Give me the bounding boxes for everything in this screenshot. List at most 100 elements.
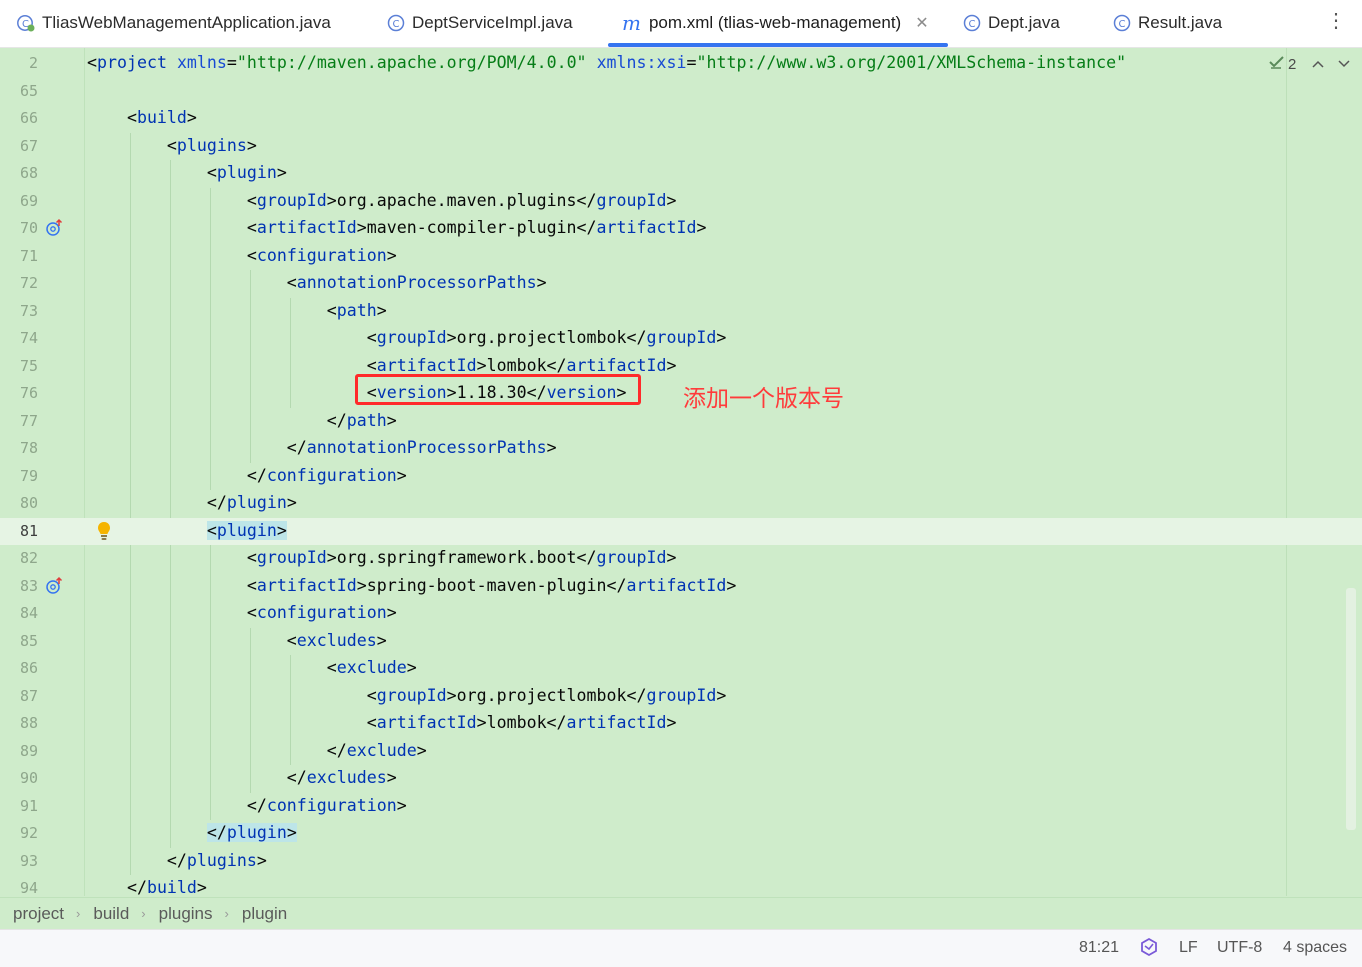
line-number[interactable]: 75: [0, 357, 38, 375]
line-number[interactable]: 82: [0, 549, 38, 567]
code-line[interactable]: 85 <excludes>: [0, 628, 1362, 656]
tab-result[interactable]: C Result.java: [1112, 0, 1222, 46]
class-icon: C: [1112, 13, 1132, 33]
svg-text:C: C: [393, 19, 400, 30]
code-line[interactable]: 66 <build>: [0, 105, 1362, 133]
line-number[interactable]: 69: [0, 192, 38, 210]
overrides-navigation-icon[interactable]: [44, 576, 64, 596]
tab-label: TliasWebManagementApplication.java: [42, 13, 331, 32]
line-number[interactable]: 70: [0, 219, 38, 237]
line-number[interactable]: 87: [0, 687, 38, 705]
line-number[interactable]: 89: [0, 742, 38, 760]
code-line[interactable]: 75 <artifactId>lombok</artifactId>: [0, 353, 1362, 381]
code-line[interactable]: 73 <path>: [0, 298, 1362, 326]
code-text: </annotationProcessorPaths>: [87, 438, 557, 457]
tab-tliaswebmanagementapplication[interactable]: C TliasWebManagementApplication.java: [16, 0, 331, 46]
line-number[interactable]: 65: [0, 82, 38, 100]
code-line[interactable]: 78 </annotationProcessorPaths>: [0, 435, 1362, 463]
line-number[interactable]: 78: [0, 439, 38, 457]
line-number[interactable]: 93: [0, 852, 38, 870]
code-line[interactable]: 88 <artifactId>lombok</artifactId>: [0, 710, 1362, 738]
vertical-scrollbar[interactable]: [1346, 588, 1356, 830]
code-text: <build>: [87, 108, 197, 127]
breadcrumb-build[interactable]: build: [80, 904, 129, 924]
code-line[interactable]: 71 <configuration>: [0, 243, 1362, 271]
inspection-count: 2: [1288, 55, 1297, 73]
code-line[interactable]: 69 <groupId>org.apache.maven.plugins</gr…: [0, 188, 1362, 216]
line-number[interactable]: 67: [0, 137, 38, 155]
code-line[interactable]: 90 </excludes>: [0, 765, 1362, 793]
chevron-down-icon[interactable]: [1338, 56, 1350, 73]
code-line[interactable]: 77 </path>: [0, 408, 1362, 436]
line-number[interactable]: 76: [0, 384, 38, 402]
line-number[interactable]: 88: [0, 714, 38, 732]
code-line[interactable]: 86 <exclude>: [0, 655, 1362, 683]
tab-deptserviceimpl[interactable]: C DeptServiceImpl.java: [386, 0, 573, 46]
line-number[interactable]: 2: [0, 54, 38, 72]
code-text: <plugins>: [87, 135, 257, 155]
line-number[interactable]: 73: [0, 302, 38, 320]
code-text: </path>: [87, 410, 397, 430]
code-line[interactable]: 76 <version>1.18.30</version>: [0, 380, 1362, 408]
file-encoding[interactable]: UTF-8: [1217, 939, 1262, 957]
line-number[interactable]: 91: [0, 797, 38, 815]
line-ending[interactable]: LF: [1179, 939, 1198, 957]
line-number[interactable]: 79: [0, 467, 38, 485]
code-line[interactable]: 80 </plugin>: [0, 490, 1362, 518]
indent-setting[interactable]: 4 spaces: [1283, 939, 1347, 957]
line-number[interactable]: 80: [0, 494, 38, 512]
caret-position[interactable]: 81:21: [1079, 939, 1119, 957]
line-number[interactable]: 66: [0, 109, 38, 127]
code-text: <groupId>org.apache.maven.plugins</group…: [87, 190, 677, 210]
line-number[interactable]: 84: [0, 604, 38, 622]
line-number[interactable]: 72: [0, 274, 38, 292]
line-number[interactable]: 81: [0, 522, 38, 540]
ai-assistant-icon[interactable]: [1139, 937, 1159, 962]
code-line[interactable]: 68 <plugin>: [0, 160, 1362, 188]
overrides-navigation-icon[interactable]: [44, 218, 64, 238]
code-line[interactable]: 74 <groupId>org.projectlombok</groupId>: [0, 325, 1362, 353]
code-line[interactable]: 92 </plugin>: [0, 820, 1362, 848]
line-number[interactable]: 92: [0, 824, 38, 842]
code-text: <plugin>: [206, 520, 287, 540]
breadcrumb-project[interactable]: project: [0, 904, 64, 924]
line-number[interactable]: 86: [0, 659, 38, 677]
line-number[interactable]: 85: [0, 632, 38, 650]
code-line[interactable]: 67 <plugins>: [0, 133, 1362, 161]
line-number[interactable]: 71: [0, 247, 38, 265]
code-line[interactable]: 70 <artifactId>maven-compiler-plugin</ar…: [0, 215, 1362, 243]
line-number[interactable]: 94: [0, 879, 38, 896]
line-number[interactable]: 68: [0, 164, 38, 182]
code-line[interactable]: 91 </configuration>: [0, 793, 1362, 821]
code-text: </exclude>: [87, 740, 427, 760]
code-line[interactable]: 87 <groupId>org.projectlombok</groupId>: [0, 683, 1362, 711]
line-number[interactable]: 83: [0, 577, 38, 595]
code-line[interactable]: 82 <groupId>org.springframework.boot</gr…: [0, 545, 1362, 573]
code-line[interactable]: 65: [0, 78, 1362, 106]
code-editor[interactable]: 2 <project xmlns="http://maven.apache.org…: [0, 48, 1362, 896]
class-icon: C: [962, 13, 982, 33]
breadcrumb-plugins[interactable]: plugins: [146, 904, 213, 924]
tab-dept[interactable]: C Dept.java: [962, 0, 1060, 46]
code-line[interactable]: 94 </build>: [0, 875, 1362, 896]
code-line[interactable]: 79 </configuration>: [0, 463, 1362, 491]
lightbulb-icon[interactable]: [94, 520, 114, 542]
line-number[interactable]: 90: [0, 769, 38, 787]
line-number[interactable]: 74: [0, 329, 38, 347]
close-tab-icon[interactable]: ✕: [915, 13, 928, 33]
code-line[interactable]: 84 <configuration>: [0, 600, 1362, 628]
code-line[interactable]: 81 <plugin>: [0, 517, 1362, 545]
tab-pom-xml[interactable]: m pom.xml (tlias-web-management) ✕: [622, 0, 929, 46]
code-line[interactable]: 89 </exclude>: [0, 738, 1362, 766]
inspection-widget[interactable]: 2: [1268, 54, 1350, 74]
more-tabs-icon[interactable]: ⋮: [1326, 8, 1346, 36]
line-number[interactable]: 77: [0, 412, 38, 430]
breadcrumb-plugin[interactable]: plugin: [229, 904, 287, 924]
code-line[interactable]: 2 <project xmlns="http://maven.apache.org…: [0, 50, 1362, 78]
chevron-up-icon[interactable]: [1312, 56, 1324, 73]
code-line[interactable]: 72 <annotationProcessorPaths>: [0, 270, 1362, 298]
spring-boot-class-icon: C: [16, 13, 36, 33]
code-line[interactable]: 93 </plugins>: [0, 848, 1362, 876]
code-line[interactable]: 83 <artifactId>spring-boot-maven-plugin<…: [0, 573, 1362, 601]
tab-label: pom.xml (tlias-web-management): [648, 13, 902, 32]
